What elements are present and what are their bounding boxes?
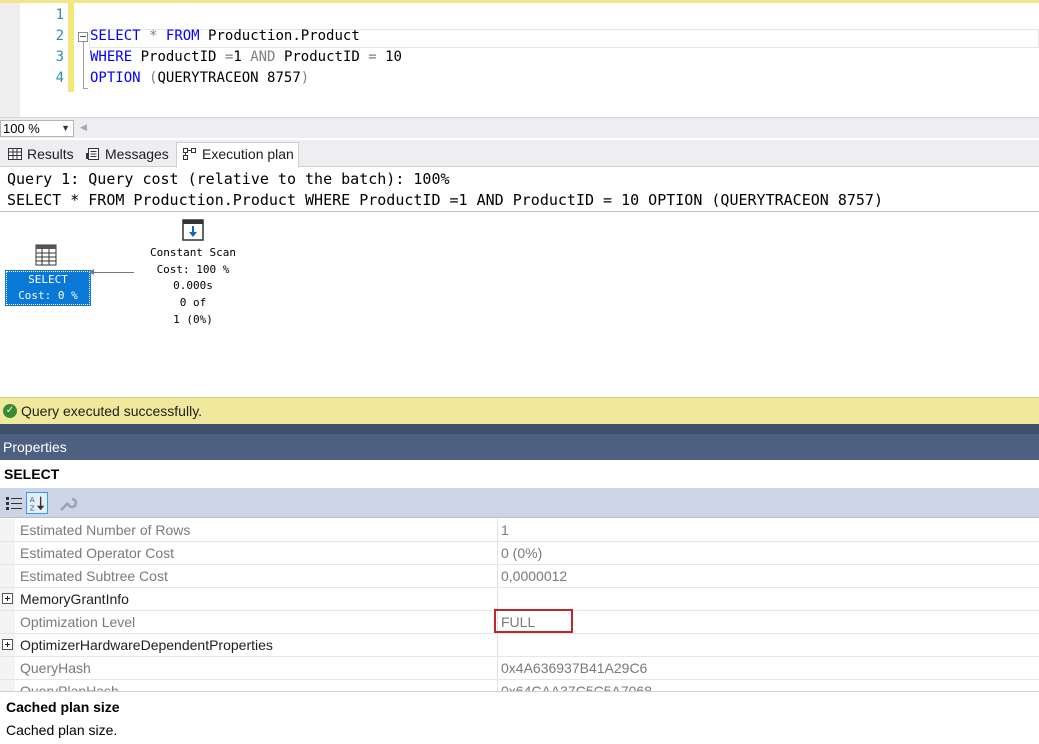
zoom-value: 100 % <box>3 121 40 136</box>
line-number: 1 <box>55 7 64 23</box>
scan-node-name[interactable]: Constant Scan <box>128 246 258 259</box>
change-tracking-bar <box>68 3 74 92</box>
arrow-icon <box>89 269 94 275</box>
query-statement-text: SELECT * FROM Production.Product WHERE P… <box>7 191 883 209</box>
splitter[interactable] <box>0 424 1039 434</box>
property-value: 0x4A636937B41A29C6 <box>501 660 648 676</box>
tab-label: Execution plan <box>202 146 294 162</box>
results-tabbar: Results Messages Execution plan <box>0 140 1039 168</box>
operator: * <box>149 28 158 44</box>
tab-messages[interactable]: Messages <box>80 143 176 166</box>
success-check-icon: ✓ <box>3 404 17 418</box>
highlight-annotation <box>494 609 573 633</box>
property-name: Estimated Subtree Cost <box>20 568 168 584</box>
property-name: OptimizerHardwareDependentProperties <box>20 637 273 653</box>
keyword: OPTION <box>90 70 141 86</box>
zoom-select[interactable]: 100 % ▼ <box>0 120 74 137</box>
collapse-icon[interactable] <box>78 32 88 42</box>
properties-grid[interactable]: Estimated Number of Rows 1 Estimated Ope… <box>0 519 1039 691</box>
identifier: Production.Product <box>208 28 360 44</box>
property-value: 1 <box>501 522 509 538</box>
literal: 1 <box>233 49 242 65</box>
scan-node-time: 0.000s <box>173 279 213 292</box>
identifier: ProductID <box>283 49 360 65</box>
literal: 10 <box>385 49 402 65</box>
paren: ) <box>300 70 310 86</box>
property-value: 0 (0%) <box>501 545 543 561</box>
grid-icon <box>8 148 22 160</box>
constant-scan-icon[interactable] <box>182 219 204 241</box>
property-row[interactable]: MemoryGrantInfo <box>0 588 1039 611</box>
messages-icon <box>86 148 99 160</box>
property-value: 0,0000012 <box>501 568 568 584</box>
categorized-icon[interactable] <box>3 492 25 514</box>
property-row[interactable]: Estimated Subtree Cost 0,0000012 <box>0 565 1039 588</box>
identifier: QUERYTRACEON 8757 <box>157 70 301 86</box>
description-title: Cached plan size <box>6 699 120 715</box>
zoom-bar: 100 % ▼ ◀ <box>0 117 1039 138</box>
scroll-left-icon[interactable]: ◀ <box>80 122 87 133</box>
dropdown-arrow-icon[interactable]: ▼ <box>61 121 70 136</box>
property-name: Estimated Operator Cost <box>20 545 175 561</box>
execution-plan-pane[interactable]: Query 1: Query cost (relative to the bat… <box>0 168 1039 396</box>
tab-label: Messages <box>105 146 169 162</box>
property-value: 0x64CAA37C5C5A7068 <box>501 683 652 691</box>
status-text: Query executed successfully. <box>21 403 203 419</box>
select-operator-node[interactable]: SELECT Cost: 0 % <box>5 270 91 306</box>
operator: AND <box>250 49 276 65</box>
property-row[interactable]: OptimizerHardwareDependentProperties <box>0 634 1039 657</box>
plan-header: Query 1: Query cost (relative to the bat… <box>0 168 1039 212</box>
property-row[interactable]: Estimated Number of Rows 1 <box>0 519 1039 542</box>
property-pages-icon[interactable] <box>56 492 78 514</box>
keyword: FROM <box>165 28 200 44</box>
tab-execution-plan[interactable]: Execution plan <box>176 142 299 168</box>
outline-line-end <box>83 88 88 89</box>
properties-title: Properties <box>0 434 1039 460</box>
scan-node-estimate: 1 (0%) <box>173 313 213 326</box>
code-line-3[interactable]: WHERE ProductID =1 AND ProductID = 10 <box>90 49 402 65</box>
scan-node-cost: Cost: 100 % <box>156 263 230 276</box>
property-row[interactable]: QueryHash 0x4A636937B41A29C6 <box>0 657 1039 680</box>
description-text: Cached plan size. <box>6 722 118 738</box>
editor-gutter <box>0 3 20 120</box>
expand-icon[interactable] <box>2 639 13 650</box>
property-row[interactable]: QueryPlanHash 0x64CAA37C5C5A7068 <box>0 680 1039 691</box>
execution-plan-icon <box>183 148 196 160</box>
identifier: ProductID <box>140 49 217 65</box>
expand-icon[interactable] <box>2 593 13 604</box>
property-description: Cached plan size Cached plan size. <box>0 691 1039 744</box>
operator: = <box>368 49 377 65</box>
code-line-4[interactable]: OPTION (QUERYTRACEON 8757) <box>90 70 309 86</box>
property-name: Estimated Number of Rows <box>20 522 191 538</box>
properties-object-name[interactable]: SELECT <box>0 460 1039 488</box>
svg-text:Z: Z <box>30 503 35 512</box>
select-node-cost: Cost: 0 % <box>18 289 78 302</box>
line-number: 4 <box>55 70 64 86</box>
tab-results[interactable]: Results <box>2 143 80 166</box>
alphabetical-sort-icon[interactable]: A Z <box>26 492 48 514</box>
property-name: MemoryGrantInfo <box>20 591 129 607</box>
property-row[interactable]: Estimated Operator Cost 0 (0%) <box>0 542 1039 565</box>
query-cost-text: Query 1: Query cost (relative to the bat… <box>7 170 450 188</box>
property-name: QueryPlanHash <box>20 683 119 691</box>
property-name: QueryHash <box>20 660 91 676</box>
line-number: 3 <box>55 49 64 65</box>
outline-line <box>83 42 84 88</box>
keyword: WHERE <box>90 49 133 65</box>
property-name: Optimization Level <box>20 614 136 630</box>
code-line-2[interactable]: SELECT * FROM Production.Product <box>90 28 360 44</box>
properties-toolbar: A Z <box>0 488 1039 518</box>
keyword: SELECT <box>90 28 141 44</box>
query-editor[interactable]: 1 2 3 4 SELECT * FROM Production.Product… <box>0 0 1039 120</box>
status-bar: ✓ Query executed successfully. <box>0 397 1039 424</box>
select-operator-icon[interactable] <box>35 244 57 266</box>
select-node-name: SELECT <box>28 273 68 286</box>
line-number: 2 <box>55 28 64 44</box>
scan-node-rows: 0 of <box>179 296 207 309</box>
tab-label: Results <box>27 146 74 162</box>
